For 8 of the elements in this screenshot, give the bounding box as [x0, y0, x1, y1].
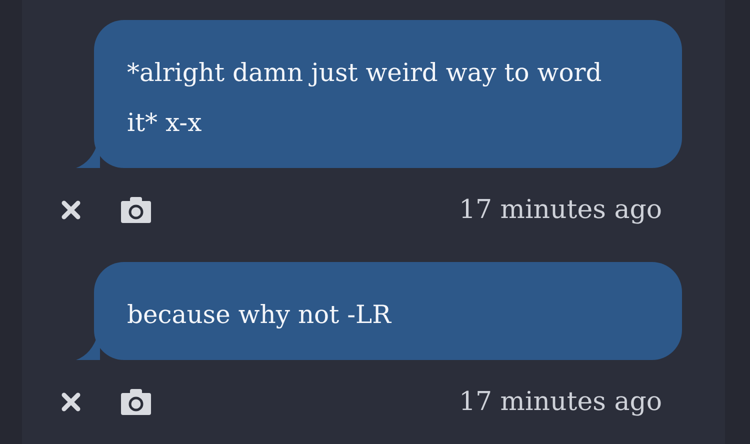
close-icon[interactable] [60, 199, 82, 221]
camera-icon[interactable] [120, 388, 152, 416]
message-bubble: because why not -LR [94, 262, 682, 360]
camera-icon[interactable] [120, 196, 152, 224]
message-bubble: *alright damn just weird way to word it* x-x [94, 20, 682, 168]
close-icon[interactable] [60, 391, 82, 413]
timestamp: 17 minutes ago [458, 195, 662, 225]
timestamp: 17 minutes ago [458, 387, 662, 417]
